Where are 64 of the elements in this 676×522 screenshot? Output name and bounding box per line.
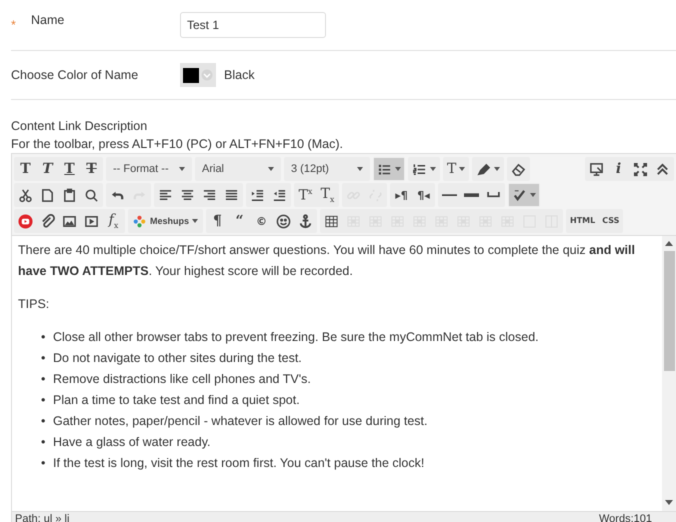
monitor-icon: [589, 162, 604, 176]
bullet-mark: •: [41, 413, 46, 430]
bullet-mark: •: [41, 371, 46, 388]
tip-text: Plan a time to take test and find a quiet spot.: [53, 392, 300, 409]
bullet-mark: •: [41, 392, 46, 409]
bullet-mark: •: [41, 455, 46, 472]
page-icon: [40, 188, 55, 202]
caret-icon: [357, 167, 363, 171]
marker-icon: [476, 162, 492, 176]
play-icon: [18, 214, 33, 228]
align-left-icon: [158, 188, 173, 202]
toolbar-hint: For the toolbar, press ALT+F10 (PC) or ALT+FN+F10 (Mac).: [11, 136, 344, 153]
scissors-icon: [18, 188, 33, 202]
outdent-icon: [272, 188, 287, 202]
double-chevron-icon: [655, 162, 670, 176]
scroll-up-icon: [665, 241, 673, 246]
scroll-down-icon: [665, 500, 673, 505]
caret-icon: [268, 167, 274, 171]
required-mark: *: [11, 18, 17, 32]
anchor-icon: [298, 214, 314, 228]
tip-text: Close all other browser tabs to prevent freezing. Be sure the myCommNet tab is closed.: [53, 329, 539, 346]
thick-line-icon: [464, 192, 479, 198]
name-input-field[interactable]: Test 1: [180, 12, 326, 38]
caret-icon: [179, 167, 185, 171]
line-icon: [442, 192, 457, 198]
smiley-icon: [276, 214, 292, 228]
scrollbar[interactable]: [662, 236, 676, 511]
field-label: Choose Color of Name: [11, 68, 140, 82]
field-label: Name: [31, 13, 66, 27]
paragraph: There are 40 multiple choice/TF/short answer questions. You will have 60 minutes to complete the quiz and will have TWO ATTEMPTS. Your highest score will be recorded.: [18, 242, 636, 280]
tip-text: Gather notes, paper/pencil - whatever is allowed for use during test.: [53, 413, 428, 430]
chevron-icon: [201, 69, 213, 81]
eraser-icon: [511, 162, 526, 176]
numbered-list-icon: [412, 162, 427, 176]
align-right-icon: [202, 188, 217, 202]
image-icon: [62, 214, 77, 228]
justify-icon: [224, 188, 239, 202]
tip-text: Do not navigate to other sites during the test.: [53, 350, 302, 367]
space-icon: [487, 192, 500, 198]
scroll-thumb[interactable]: [664, 251, 674, 371]
dots-icon: [132, 214, 147, 228]
tips-heading: TIPS:: [18, 296, 50, 313]
tip-text: Have a glass of water ready.: [53, 434, 210, 451]
field-label: Content Link Description: [11, 118, 148, 135]
checkmark-icon: [512, 188, 527, 202]
toolbar-button[interactable]: [509, 184, 539, 206]
table-icon: [324, 214, 340, 228]
tip-text: Remove distractions like cell phones and TV's.: [53, 371, 311, 388]
indent-icon: [250, 188, 265, 202]
color-picker[interactable]: [180, 63, 216, 87]
clipboard-icon: [62, 188, 77, 202]
align-center-icon: [180, 188, 195, 202]
color-name: Black: [224, 68, 255, 82]
element-path: Path: ul » li: [15, 512, 70, 522]
bullet-mark: •: [41, 329, 46, 346]
search-icon: [84, 188, 99, 202]
bullet-mark: •: [41, 350, 46, 367]
video-icon: [84, 214, 99, 228]
fullscreen-icon: [633, 162, 648, 176]
toolbar-button[interactable]: [374, 158, 404, 180]
bullet-mark: •: [41, 434, 46, 451]
word-count: Words:101: [599, 512, 652, 522]
tip-text: If the test is long, visit the rest room first. You can't pause the clock!: [53, 455, 424, 472]
paperclip-icon: [40, 214, 55, 228]
